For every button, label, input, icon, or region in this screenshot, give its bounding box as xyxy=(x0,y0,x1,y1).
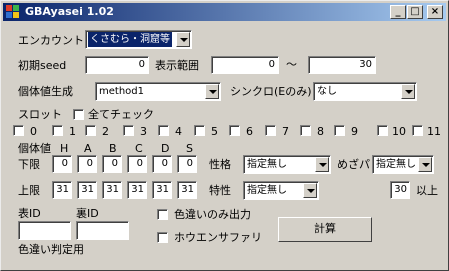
upper-label: 上限 xyxy=(18,184,40,197)
hidden-power-min-input[interactable]: 30 xyxy=(390,181,410,199)
chevron-down-icon[interactable] xyxy=(418,157,432,172)
iv-upper-s-input[interactable]: 31 xyxy=(177,181,197,199)
chevron-down-icon[interactable] xyxy=(315,157,329,172)
range-to-input[interactable]: 30 xyxy=(308,56,376,74)
sid-input[interactable] xyxy=(76,221,129,240)
slot-4-label: 4 xyxy=(175,125,182,138)
tid-label: 表ID xyxy=(18,207,41,220)
tid-input[interactable] xyxy=(18,221,71,240)
method-value: method1 xyxy=(99,86,144,97)
stat-a-label: A xyxy=(84,142,92,155)
range-from-input[interactable]: 0 xyxy=(211,56,279,74)
slot-5-checkbox[interactable] xyxy=(194,125,205,136)
iv-label: 個体値 xyxy=(18,142,51,155)
slot-0-checkbox[interactable] xyxy=(13,125,24,136)
synchro-label: シンクロ(Eのみ) xyxy=(230,85,312,98)
slot-label: スロット xyxy=(18,108,62,121)
shiny-note: 色違い判定用 xyxy=(18,243,84,256)
close-button[interactable]: × xyxy=(427,5,443,19)
slot-9-checkbox[interactable] xyxy=(334,125,345,136)
slot-11-checkbox[interactable] xyxy=(412,125,423,136)
stat-s-label: S xyxy=(186,142,193,155)
slot-1-checkbox[interactable] xyxy=(52,125,63,136)
hoenn-safari-checkbox[interactable] xyxy=(157,232,168,243)
slot-8-label: 8 xyxy=(317,125,324,138)
chevron-down-icon[interactable] xyxy=(205,84,219,99)
encounter-label: エンカウント xyxy=(18,34,84,47)
hidden-power-min-suffix: 以上 xyxy=(416,184,438,197)
nature-select[interactable]: 指定無し xyxy=(243,155,331,174)
hidden-power-label: めざパ xyxy=(337,158,370,171)
method-select[interactable]: method1 xyxy=(95,82,221,101)
maximize-button[interactable]: □ xyxy=(407,5,423,19)
minimize-button[interactable]: _ xyxy=(390,5,406,19)
shiny-only-checkbox[interactable] xyxy=(157,209,168,220)
lower-label: 下限 xyxy=(18,158,40,171)
iv-upper-b-input[interactable]: 31 xyxy=(102,181,122,199)
iv-lower-a-input[interactable]: 0 xyxy=(77,155,97,173)
app-window: GBAyasei 1.02 _ □ × エンカウント くさむら・洞窟等 初期se… xyxy=(0,0,449,271)
stat-h-label: H xyxy=(60,142,69,155)
chevron-down-icon[interactable] xyxy=(401,84,415,99)
iv-lower-s-input[interactable]: 0 xyxy=(177,155,197,173)
iv-upper-d-input[interactable]: 31 xyxy=(152,181,172,199)
slot-1-label: 1 xyxy=(69,125,76,138)
slot-11-label: 11 xyxy=(427,125,441,138)
slot-0-label: 0 xyxy=(30,125,37,138)
app-icon xyxy=(6,5,19,18)
hidden-power-value: 指定無し xyxy=(376,159,416,170)
seed-input[interactable]: 0 xyxy=(85,56,149,74)
hoenn-safari-label: ホウエンサファリ xyxy=(174,231,262,244)
slot-3-checkbox[interactable] xyxy=(123,125,134,136)
slot-6-checkbox[interactable] xyxy=(229,125,240,136)
nature-value: 指定無し xyxy=(247,159,287,170)
iv-upper-h-input[interactable]: 31 xyxy=(52,181,72,199)
encounter-select[interactable]: くさむら・洞窟等 xyxy=(85,30,192,49)
iv-upper-a-input[interactable]: 31 xyxy=(77,181,97,199)
sid-label: 裏ID xyxy=(76,207,99,220)
check-all-label: 全てチェック xyxy=(88,108,154,121)
title-bar: GBAyasei 1.02 _ □ × xyxy=(3,3,446,21)
stat-b-label: B xyxy=(109,142,117,155)
slot-6-label: 6 xyxy=(246,125,253,138)
slot-2-checkbox[interactable] xyxy=(85,125,96,136)
check-all-checkbox[interactable] xyxy=(73,109,84,120)
slot-10-label: 10 xyxy=(392,125,406,138)
slot-3-label: 3 xyxy=(140,125,147,138)
nature-label: 性格 xyxy=(209,158,231,171)
iv-lower-c-input[interactable]: 0 xyxy=(127,155,147,173)
slot-9-label: 9 xyxy=(351,125,358,138)
iv-upper-c-input[interactable]: 31 xyxy=(127,181,147,199)
characteristic-select[interactable]: 指定無し xyxy=(243,181,319,200)
slot-10-checkbox[interactable] xyxy=(377,125,388,136)
slot-5-label: 5 xyxy=(211,125,218,138)
range-separator: ～ xyxy=(286,58,297,71)
stat-d-label: D xyxy=(161,142,170,155)
seed-label: 初期seed xyxy=(18,59,67,72)
stat-c-label: C xyxy=(135,142,143,155)
characteristic-label: 特性 xyxy=(209,184,231,197)
slot-2-label: 2 xyxy=(102,125,109,138)
slot-7-checkbox[interactable] xyxy=(265,125,276,136)
synchro-value: なし xyxy=(317,86,337,97)
iv-lower-h-input[interactable]: 0 xyxy=(52,155,72,173)
slot-7-label: 7 xyxy=(282,125,289,138)
calculate-button[interactable]: 計算 xyxy=(278,217,372,242)
iv-lower-d-input[interactable]: 0 xyxy=(152,155,172,173)
encounter-value: くさむら・洞窟等 xyxy=(88,32,172,47)
synchro-select[interactable]: なし xyxy=(313,82,417,101)
hidden-power-select[interactable]: 指定無し xyxy=(372,155,434,174)
iv-lower-b-input[interactable]: 0 xyxy=(102,155,122,173)
method-label: 個体値生成 xyxy=(18,85,73,98)
slot-4-checkbox[interactable] xyxy=(158,125,169,136)
chevron-down-icon[interactable] xyxy=(303,183,317,198)
range-label: 表示範囲 xyxy=(155,59,199,72)
window-title: GBAyasei 1.02 xyxy=(25,5,114,18)
shiny-only-label: 色違いのみ出力 xyxy=(174,208,251,221)
slot-8-checkbox[interactable] xyxy=(300,125,311,136)
chevron-down-icon[interactable] xyxy=(176,32,190,47)
characteristic-value: 指定無し xyxy=(247,185,287,196)
